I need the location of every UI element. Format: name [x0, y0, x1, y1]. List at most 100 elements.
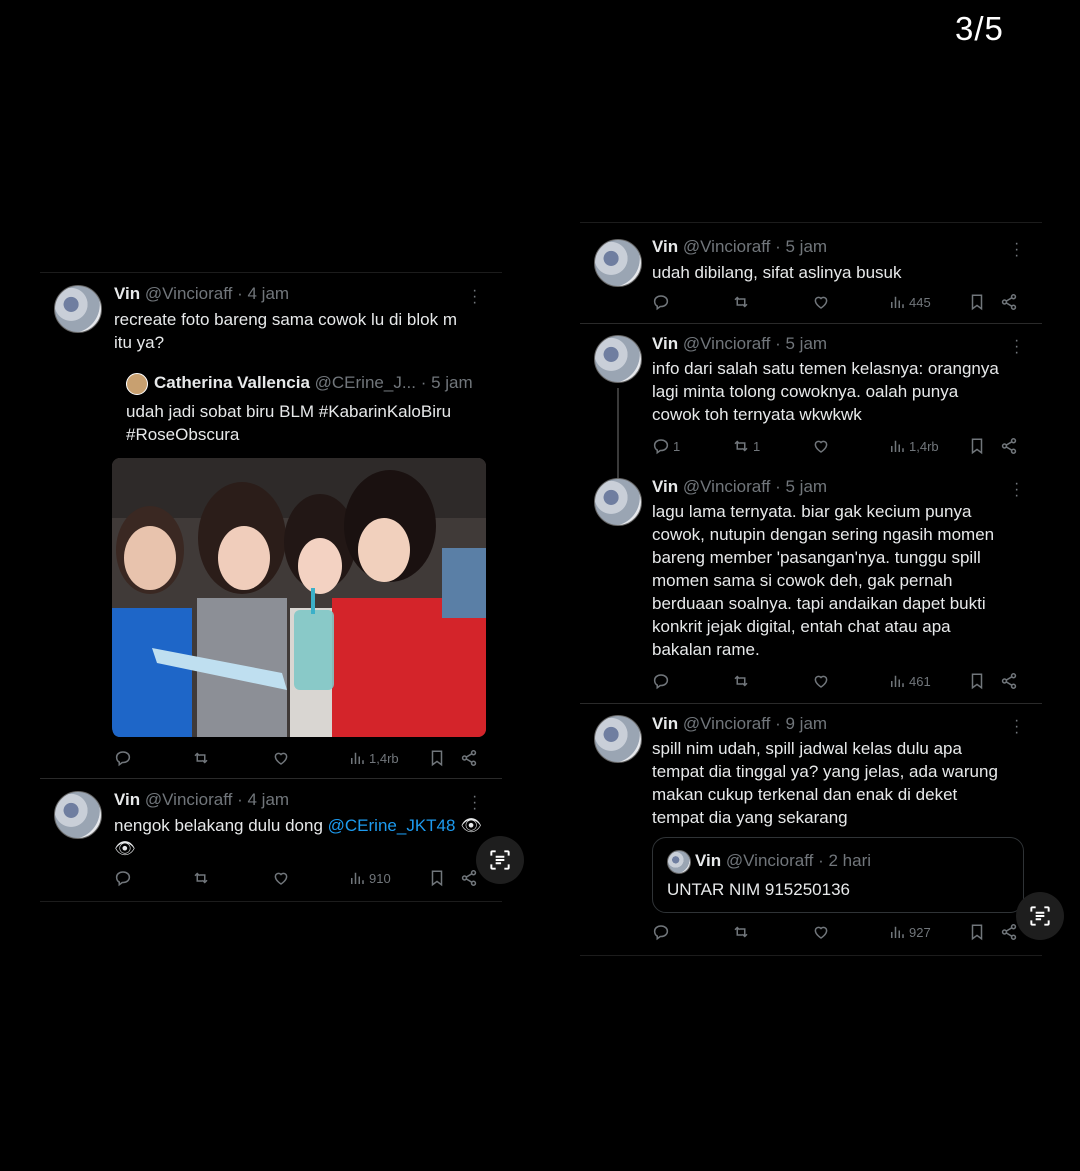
tweet-text: lagu lama ternyata. biar gak kecium puny…: [652, 502, 995, 659]
scan-text-button[interactable]: [476, 836, 524, 884]
bookmark-button[interactable]: [968, 437, 986, 455]
tweet-header: Vin @Vincioraff · 5 jam: [652, 477, 827, 497]
like-icon: [812, 437, 830, 455]
views-icon: [348, 869, 366, 887]
more-icon[interactable]: · · ·: [1014, 476, 1019, 504]
tweet-header: Vin @Vincioraff · 4 jam: [114, 790, 289, 810]
author-name[interactable]: Vin: [652, 334, 678, 353]
bookmark-icon: [968, 672, 986, 690]
author-name[interactable]: Vin: [652, 714, 678, 733]
author-name[interactable]: Vin: [114, 284, 140, 303]
tweet-actions: 910: [114, 869, 484, 889]
share-button[interactable]: [1000, 923, 1018, 941]
scan-text-icon: [487, 847, 513, 873]
share-button[interactable]: [1000, 293, 1018, 311]
quote-photo[interactable]: [112, 458, 486, 737]
like-button[interactable]: [812, 672, 830, 690]
share-button[interactable]: [460, 869, 478, 887]
reply-icon: [652, 293, 670, 311]
retweet-button[interactable]: [732, 293, 750, 311]
tweet[interactable]: Vin @Vincioraff · 5 jam · · · udah dibilan…: [580, 223, 1042, 323]
like-button[interactable]: [272, 869, 290, 887]
quote-handle-time: @Vincioraff · 2 hari: [725, 851, 872, 870]
avatar[interactable]: [54, 285, 102, 333]
bookmark-button[interactable]: [428, 749, 446, 767]
quoted-tweet[interactable]: Vin @Vincioraff · 2 hari UNTAR NIM 91525…: [652, 837, 1024, 913]
views-button[interactable]: 910: [348, 869, 391, 887]
like-button[interactable]: [272, 749, 290, 767]
views-button[interactable]: 927: [888, 923, 931, 941]
reply-button[interactable]: [652, 293, 670, 311]
more-icon[interactable]: · · ·: [1014, 713, 1019, 741]
retweet-count: 1: [753, 438, 761, 454]
views-icon: [888, 437, 906, 455]
share-button[interactable]: [1000, 672, 1018, 690]
views-button[interactable]: 1,4rb: [348, 749, 399, 767]
more-icon[interactable]: · · ·: [1014, 236, 1019, 264]
bookmark-button[interactable]: [968, 672, 986, 690]
avatar[interactable]: [54, 791, 102, 839]
share-button[interactable]: [1000, 437, 1018, 455]
author-name[interactable]: Vin: [652, 237, 678, 256]
avatar[interactable]: [594, 239, 642, 287]
tweet[interactable]: Vin @Vincioraff · 4 jam · · · nengok belak…: [40, 779, 502, 901]
more-icon[interactable]: · · ·: [472, 789, 477, 817]
scan-text-button[interactable]: [1016, 892, 1064, 940]
quote-text: udah jadi sobat biru BLM #KabarinKaloBir…: [126, 402, 452, 444]
reply-button[interactable]: [114, 869, 132, 887]
views-button[interactable]: 445: [888, 293, 931, 311]
tweet-text: nengok belakang dulu dong @CErine_JKT48 …: [114, 816, 482, 858]
tweet-actions: 1 1 1,4rb: [652, 437, 1022, 457]
retweet-icon: [732, 437, 750, 455]
reply-button[interactable]: [114, 749, 132, 767]
retweet-button[interactable]: [192, 869, 210, 887]
tweet[interactable]: Vin @Vincioraff · 9 jam · · · spill nim ud…: [580, 703, 1042, 953]
more-icon[interactable]: · · ·: [1014, 333, 1019, 361]
author-handle-time: @Vincioraff · 4 jam: [144, 790, 290, 809]
share-icon: [1000, 672, 1018, 690]
views-button[interactable]: 461: [888, 672, 931, 690]
retweet-icon: [192, 749, 210, 767]
left-screenshot: Vin @Vincioraff · 4 jam · · · recreate fot…: [40, 272, 502, 902]
avatar[interactable]: [594, 715, 642, 763]
avatar[interactable]: [594, 335, 642, 383]
avatar[interactable]: [594, 478, 642, 526]
like-button[interactable]: [812, 437, 830, 455]
more-icon[interactable]: · · ·: [472, 283, 477, 311]
retweet-button[interactable]: 1: [732, 437, 760, 455]
like-icon: [812, 923, 830, 941]
author-name[interactable]: Vin: [114, 790, 140, 809]
reply-button[interactable]: [652, 672, 670, 690]
tweet[interactable]: Vin @Vincioraff · 4 jam · · · recreate fot…: [40, 273, 502, 778]
reply-icon: [114, 749, 132, 767]
tweet[interactable]: Vin @Vincioraff · 5 jam · · · lagu lama te…: [580, 466, 1042, 702]
tweet[interactable]: Vin @Vincioraff · 5 jam · · · info dari sa…: [580, 323, 1042, 463]
share-icon: [1000, 437, 1018, 455]
author-name[interactable]: Vin: [652, 477, 678, 496]
like-button[interactable]: [812, 923, 830, 941]
retweet-button[interactable]: [732, 672, 750, 690]
like-icon: [812, 672, 830, 690]
quoted-tweet[interactable]: Catherina Vallencia @CErine_J... · 5 jam…: [112, 361, 492, 741]
tweet-header: Vin @Vincioraff · 5 jam: [652, 334, 827, 354]
views-button[interactable]: 1,4rb: [888, 437, 939, 455]
author-handle-time: @Vincioraff · 4 jam: [144, 284, 290, 303]
like-button[interactable]: [812, 293, 830, 311]
share-button[interactable]: [460, 749, 478, 767]
bookmark-button[interactable]: [968, 923, 986, 941]
reply-button[interactable]: 1: [652, 437, 680, 455]
tweet-actions: 1,4rb: [114, 749, 484, 769]
image-counter: 3/5: [955, 10, 1004, 47]
retweet-button[interactable]: [192, 749, 210, 767]
scan-text-icon: [1027, 903, 1053, 929]
views-icon: [348, 749, 366, 767]
bookmark-button[interactable]: [968, 293, 986, 311]
retweet-button[interactable]: [732, 923, 750, 941]
tweet-text: spill nim udah, spill jadwal kelas dulu …: [652, 739, 998, 827]
share-icon: [460, 869, 478, 887]
reply-button[interactable]: [652, 923, 670, 941]
author-handle-time: @Vincioraff · 9 jam: [682, 714, 828, 733]
mention-link[interactable]: @CErine_JKT48: [328, 816, 456, 835]
bookmark-button[interactable]: [428, 869, 446, 887]
views-count: 927: [909, 924, 931, 940]
